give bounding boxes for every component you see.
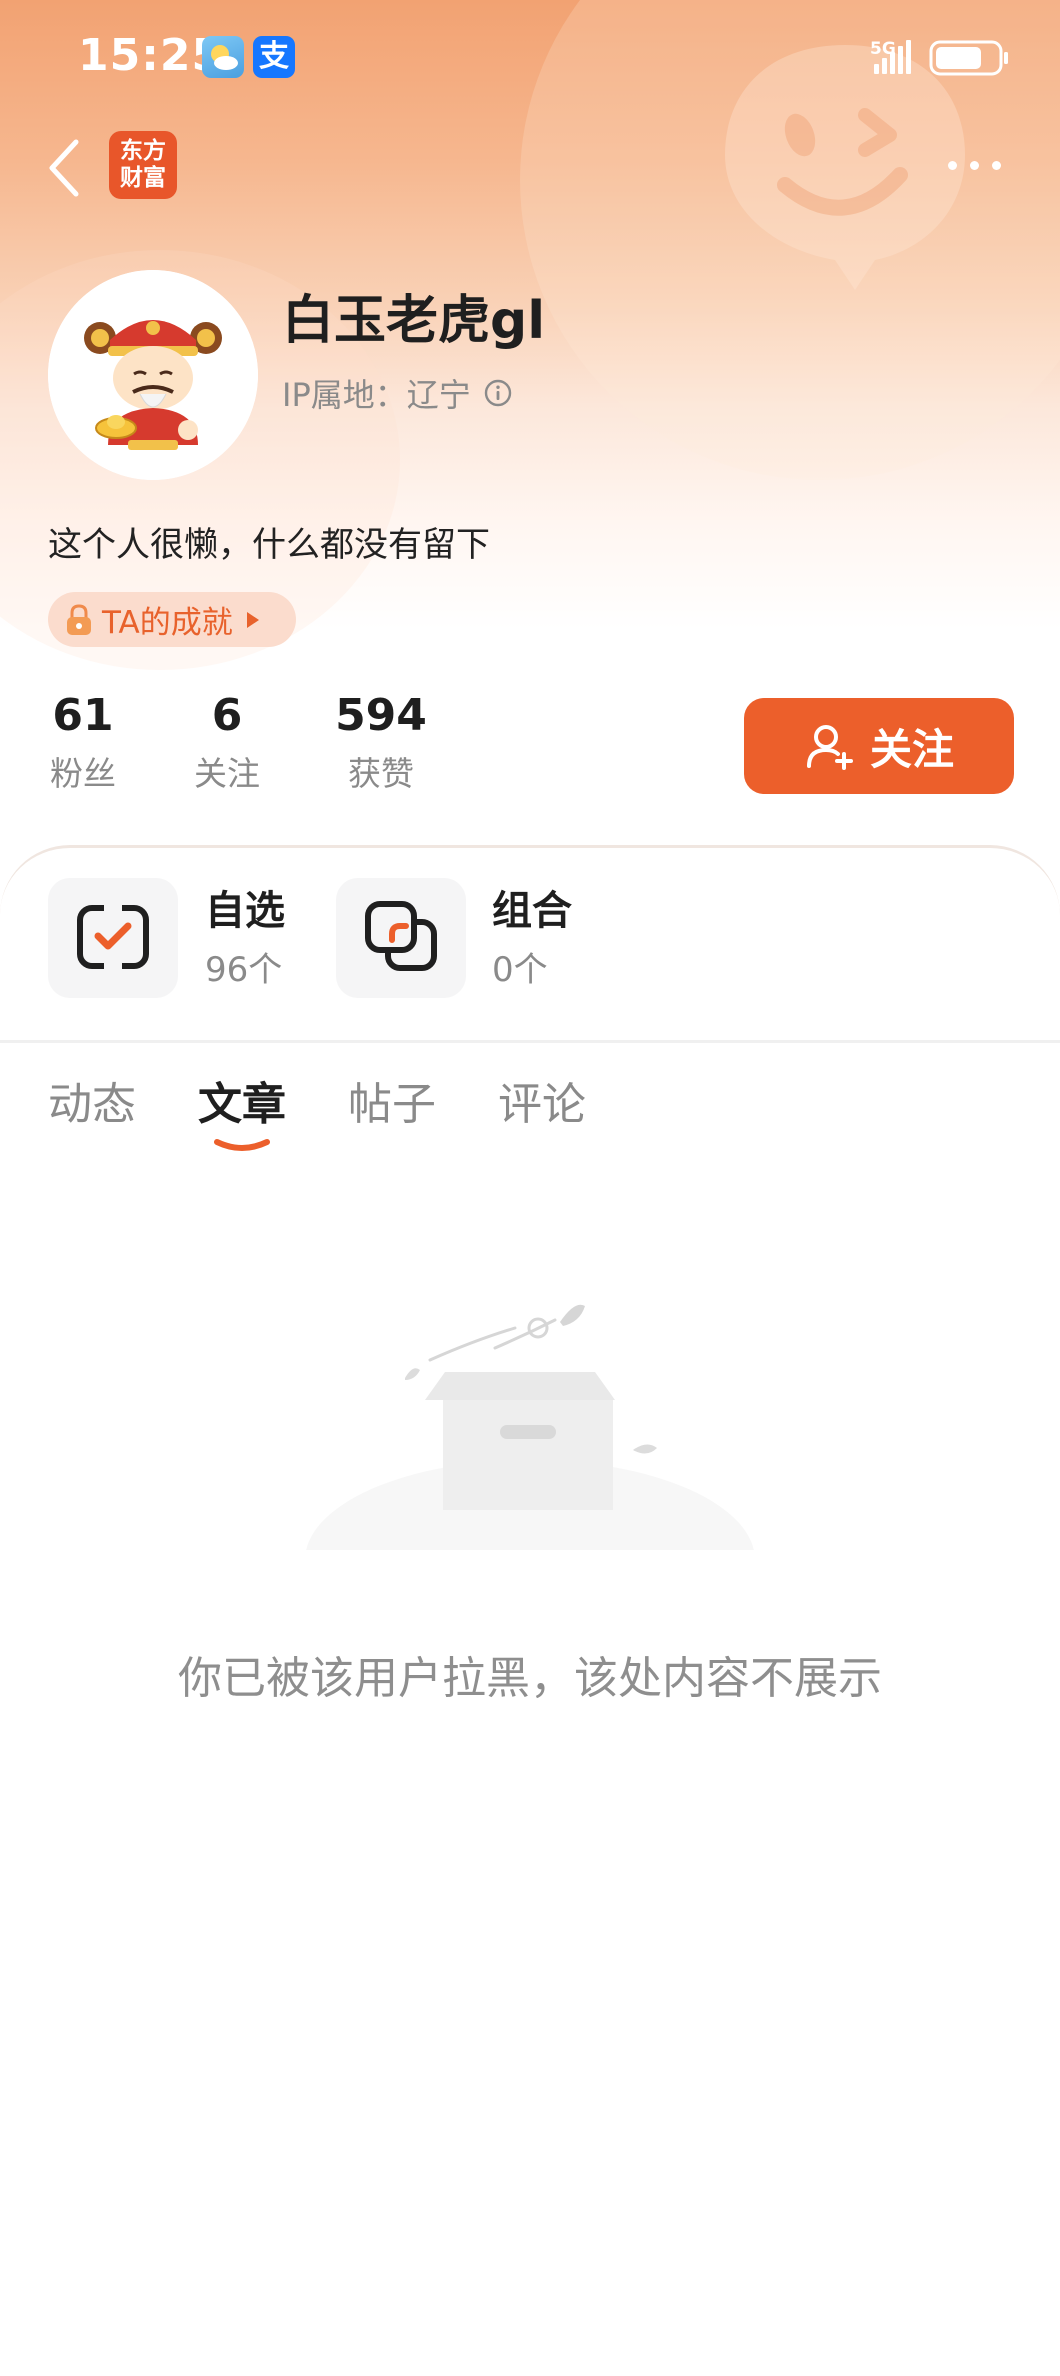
profile-page: 15:25 支 5G 东方 财富 白玉老虎gl IP属地：辽宁 这个人很懒，什么… <box>0 0 1060 2376</box>
stat-following[interactable]: 6 关注 <box>192 688 262 796</box>
stat-following-value: 6 <box>211 690 243 741</box>
weather-icon <box>202 36 244 78</box>
watchlist-button[interactable] <box>48 878 178 998</box>
portfolio-icon <box>365 901 437 971</box>
watchlist-icon <box>77 904 149 970</box>
portfolio-button[interactable] <box>336 878 466 998</box>
alipay-icon: 支 <box>253 36 295 78</box>
lock-icon <box>67 603 91 635</box>
stat-following-label: 关注 <box>194 754 260 793</box>
status-right-icons: 5G <box>870 39 1008 76</box>
tab-articles[interactable]: 文章 <box>198 1068 286 1132</box>
tab-comments[interactable]: 评论 <box>498 1068 586 1132</box>
play-arrow-icon <box>246 611 259 628</box>
avatar-god-of-wealth-image <box>48 270 258 480</box>
portfolio-title: 组合 <box>492 888 572 934</box>
info-icon[interactable] <box>483 378 513 408</box>
tab-dynamics[interactable]: 动态 <box>48 1068 136 1132</box>
more-options-button[interactable] <box>940 145 1010 185</box>
empty-box-icon <box>305 1304 755 1570</box>
brand-logo-line2: 财富 <box>120 165 166 191</box>
ip-location-text: IP属地：辽宁 <box>282 376 471 414</box>
stat-likes-label: 获赞 <box>348 754 414 793</box>
achievement-button[interactable]: TA的成就 <box>48 592 296 647</box>
follow-button-label: 关注 <box>869 724 954 774</box>
bio-text: 这个人很懒，什么都没有留下 <box>48 525 490 565</box>
more-horizontal-icon <box>948 161 957 170</box>
follow-button[interactable]: 关注 <box>744 698 1014 794</box>
watchlist-title: 自选 <box>205 888 285 934</box>
stat-fans-label: 粉丝 <box>50 754 116 793</box>
empty-state-message: 你已被该用户拉黑，该处内容不展示 <box>178 1653 882 1704</box>
avatar[interactable] <box>48 270 258 480</box>
portfolio-count: 0个 <box>492 950 548 990</box>
stat-fans-value: 61 <box>52 690 114 741</box>
add-user-icon <box>806 725 853 770</box>
active-tab-indicator <box>214 1139 270 1151</box>
stat-likes-value: 594 <box>335 690 427 741</box>
section-divider <box>0 1040 1060 1043</box>
brand-logo[interactable]: 东方 财富 <box>109 131 177 199</box>
ip-location-row: IP属地：辽宁 <box>282 370 513 416</box>
watchlist-count: 96个 <box>205 950 283 990</box>
tab-posts[interactable]: 帖子 <box>348 1068 436 1132</box>
username: 白玉老虎gl <box>282 291 546 351</box>
stat-fans[interactable]: 61 粉丝 <box>48 688 118 796</box>
status-bar: 15:25 支 5G <box>0 0 1060 115</box>
back-button[interactable] <box>40 128 90 208</box>
chevron-left-icon <box>49 139 79 197</box>
brand-logo-line1: 东方 <box>120 138 166 164</box>
achievement-label: TA的成就 <box>102 605 233 641</box>
battery-icon <box>929 40 1008 76</box>
stat-likes[interactable]: 594 获赞 <box>333 688 429 796</box>
